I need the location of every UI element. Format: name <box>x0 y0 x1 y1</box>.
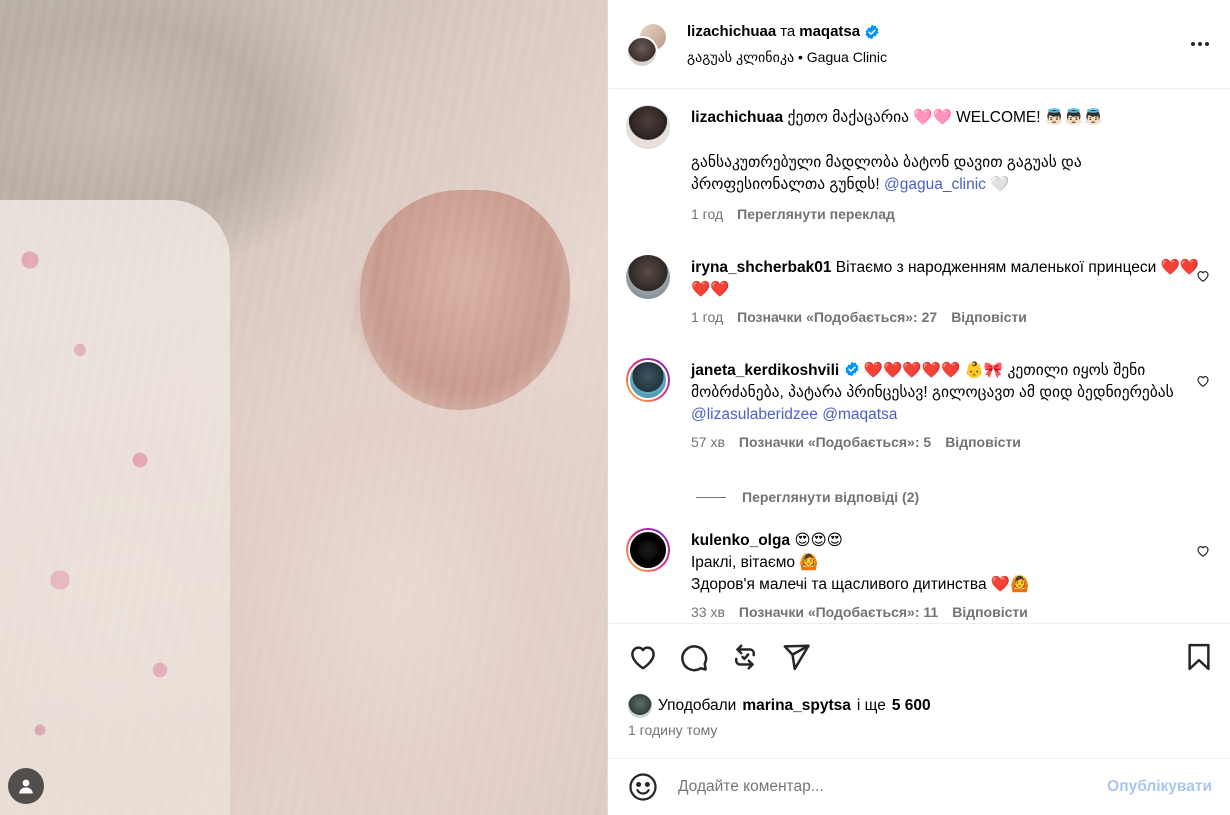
post-location[interactable]: გაგუას კლინიკა • Gagua Clinic <box>687 49 887 66</box>
comment-time[interactable]: 57 хв <box>691 434 725 450</box>
author-username[interactable]: maqatsa <box>799 23 860 40</box>
repost-icon[interactable] <box>730 642 760 672</box>
comment-username[interactable]: iryna_shcherbak01 <box>691 259 831 276</box>
caption-line1: ქეთო მაქაცარია 🩷🩷 WELCOME! 👼🏻👼🏻👼🏻 <box>787 109 1103 126</box>
comment-composer: Опублікувати <box>608 758 1230 815</box>
like-comment-heart-icon[interactable] <box>1196 269 1210 283</box>
comment-text: Іраклі, вітаємо 🙆 <box>691 554 819 571</box>
verified-badge-icon <box>844 361 859 377</box>
like-comment-heart-icon[interactable] <box>1196 374 1210 388</box>
reply-button[interactable]: Відповісти <box>952 604 1028 620</box>
see-translation-button[interactable]: Переглянути переклад <box>737 206 895 222</box>
divider <box>696 496 726 498</box>
post-side-panel: lizachichuaa та maqatsa გაგუას კლინიკა •… <box>607 0 1230 815</box>
comment-likes-count[interactable]: Позначки «Подобається»: 5 <box>739 434 931 450</box>
likes-middle: і ще <box>856 697 886 714</box>
reply-button[interactable]: Відповісти <box>951 309 1027 325</box>
post-comment-button[interactable]: Опублікувати <box>1107 778 1212 796</box>
view-replies-button[interactable]: Переглянути відповіді (2) <box>696 489 919 505</box>
comments-list[interactable]: lizachichuaa ქეთო მაქაცარია 🩷🩷 WELCOME! … <box>608 89 1230 623</box>
post-authors: lizachichuaa та maqatsa <box>687 23 880 40</box>
post-dialog: lizachichuaa та maqatsa გაგუას კლინიკა •… <box>0 0 1230 815</box>
reply-button[interactable]: Відповісти <box>945 434 1021 450</box>
avatar-story-ring[interactable] <box>626 528 670 572</box>
like-comment-heart-icon[interactable] <box>1196 544 1210 558</box>
comment-mention[interactable]: @lizasulaberidzee <box>691 406 818 423</box>
caption-time[interactable]: 1 год <box>691 206 723 222</box>
avatar[interactable] <box>628 694 652 718</box>
authors-joiner: та <box>780 23 796 40</box>
view-replies-label: Переглянути відповіді (2) <box>742 489 920 505</box>
caption-username[interactable]: lizachichuaa <box>691 109 783 126</box>
likes-user[interactable]: marina_spytsa <box>742 697 851 715</box>
comment-mention[interactable]: @maqatsa <box>822 406 897 423</box>
post-caption: lizachichuaa ქეთო მაქაცარია 🩷🩷 WELCOME! … <box>626 105 1214 222</box>
post-header: lizachichuaa та maqatsa გაგუას კლინიკა •… <box>608 0 1230 89</box>
author-username[interactable]: lizachichuaa <box>687 23 776 40</box>
comment-username[interactable]: kulenko_olga <box>691 532 790 549</box>
share-send-icon[interactable] <box>781 642 811 672</box>
likes-count[interactable]: 5 600 <box>892 697 931 715</box>
likes-summary[interactable]: Уподобали marina_spytsa і ще 5 600 <box>628 694 931 718</box>
caption-mention[interactable]: @gagua_clinic <box>884 176 986 193</box>
like-heart-icon[interactable] <box>628 642 658 672</box>
post-actions: Уподобали marina_spytsa і ще 5 600 1 год… <box>608 623 1230 815</box>
comment-likes-count[interactable]: Позначки «Подобається»: 27 <box>737 309 937 325</box>
comment-username[interactable]: janeta_kerdikoshvili <box>691 362 839 379</box>
post-timestamp[interactable]: 1 годину тому <box>628 722 717 738</box>
save-bookmark-icon[interactable] <box>1184 642 1214 672</box>
caption-tail: 🤍 <box>985 176 1010 193</box>
comment-likes-count[interactable]: Позначки «Подобається»: 11 <box>739 604 938 620</box>
avatar[interactable] <box>626 105 670 149</box>
comment-text: 😍😍😍 <box>790 532 843 549</box>
comment-time[interactable]: 1 год <box>691 309 723 325</box>
comment-input[interactable] <box>678 778 1058 796</box>
comment-bubble-icon[interactable] <box>679 642 709 672</box>
likes-prefix: Уподобали <box>658 697 737 714</box>
collab-avatars[interactable] <box>626 22 670 68</box>
verified-badge-icon <box>865 24 879 39</box>
avatar[interactable] <box>626 255 670 299</box>
comment-item: janeta_kerdikoshvili ❤️❤️❤️❤️❤️ 👶🎀 კეთილ… <box>626 358 1214 450</box>
emoji-smiley-icon[interactable] <box>628 772 658 802</box>
more-options-icon[interactable] <box>1188 34 1212 54</box>
comment-text: Здоров'я малечі та щасливого дитинства ❤… <box>691 576 1030 593</box>
comment-item: iryna_shcherbak01 Вітаємо з народженням … <box>626 255 1214 325</box>
tagged-users-icon[interactable] <box>8 768 44 804</box>
avatar[interactable] <box>626 36 658 68</box>
comment-time[interactable]: 33 хв <box>691 604 725 620</box>
comment-item: kulenko_olga 😍😍😍 Іраклі, вітаємо 🙆 Здоро… <box>626 528 1214 620</box>
post-photo[interactable] <box>0 0 607 815</box>
avatar-story-ring[interactable] <box>626 358 670 402</box>
